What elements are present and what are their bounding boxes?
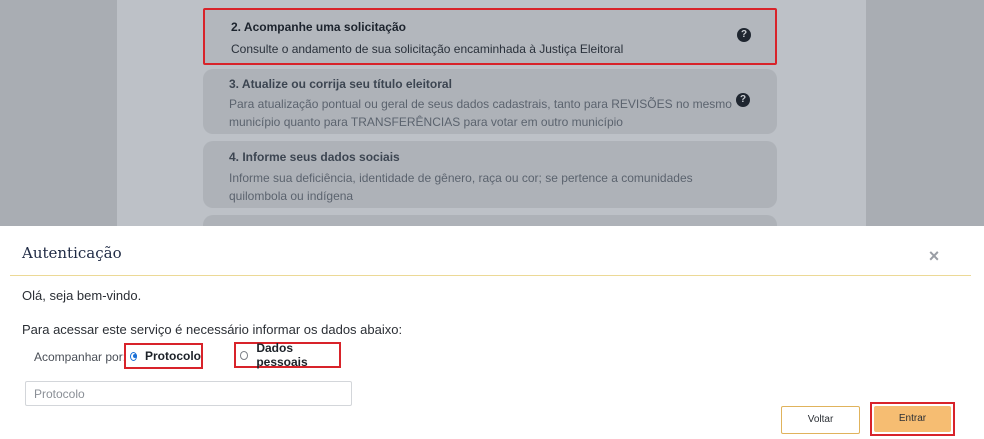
protocol-input[interactable] <box>25 381 352 406</box>
radio-button-dados-pessoais[interactable] <box>240 350 249 360</box>
card-description: Consulte o andamento de sua solicitação … <box>231 42 624 56</box>
page-backdrop: 2. Acompanhe uma solicitação Consulte o … <box>0 0 984 226</box>
enter-button-highlight: Entrar <box>870 402 955 436</box>
authentication-modal: Autenticação × Olá, seja bem-vindo. Para… <box>0 226 984 439</box>
question-circle-icon[interactable]: ? <box>737 28 751 42</box>
service-card-update-title[interactable]: 3. Atualize ou corrija seu título eleito… <box>203 69 777 134</box>
radio-button-protocolo[interactable] <box>130 351 137 361</box>
question-circle-icon[interactable]: ? <box>736 93 750 107</box>
card-title: 2. Acompanhe uma solicitação <box>231 20 406 34</box>
close-icon[interactable]: × <box>924 246 944 266</box>
service-card-next <box>203 215 777 226</box>
track-by-label: Acompanhar por: <box>34 350 127 364</box>
service-card-track-request[interactable]: 2. Acompanhe uma solicitação Consulte o … <box>203 8 777 65</box>
modal-title: Autenticação <box>22 244 122 262</box>
enter-button[interactable]: Entrar <box>874 406 951 432</box>
instructions-text: Para acessar este serviço é necessário i… <box>22 322 403 337</box>
card-description: Informe sua deficiência, identidade de g… <box>229 171 693 203</box>
card-title: 4. Informe seus dados sociais <box>229 150 400 164</box>
modal-divider <box>10 275 971 276</box>
back-button[interactable]: Voltar <box>781 406 860 434</box>
radio-option-protocolo[interactable]: Protocolo <box>124 343 203 369</box>
radio-label-dados-pessoais: Dados pessoais <box>256 341 308 369</box>
radio-option-dados-pessoais[interactable]: Dados pessoais <box>234 341 341 369</box>
service-card-social-data[interactable]: 4. Informe seus dados sociais Informe su… <box>203 141 777 208</box>
card-description: Para atualização pontual ou geral de seu… <box>229 97 732 129</box>
greeting-text: Olá, seja bem-vindo. <box>22 288 142 303</box>
radio-label-protocolo: Protocolo <box>145 349 201 363</box>
card-title: 3. Atualize ou corrija seu título eleito… <box>229 77 452 91</box>
